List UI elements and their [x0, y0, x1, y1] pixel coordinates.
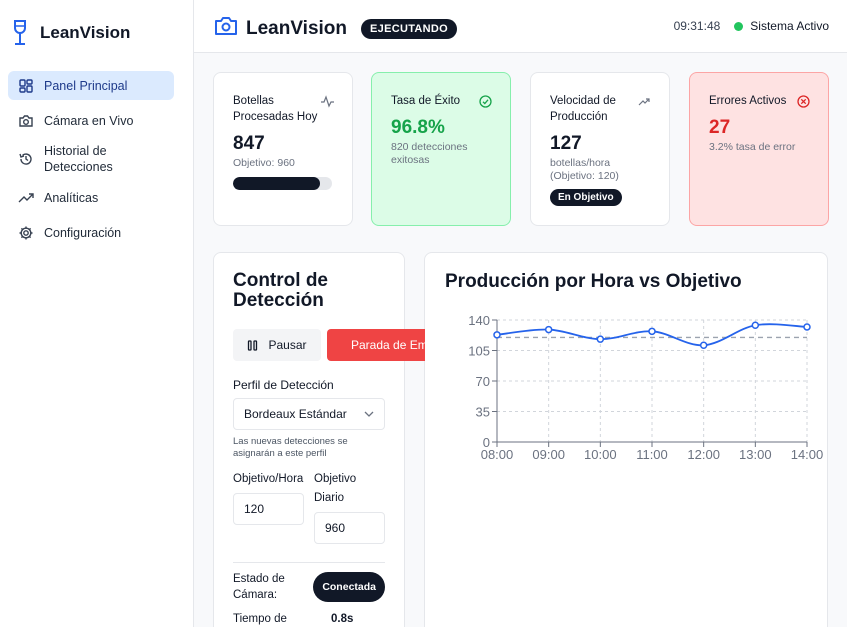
stat-sub: 3.2% tasa de error: [709, 141, 796, 153]
sidebar-item-camara-en-vivo[interactable]: Cámara en Vivo: [8, 106, 174, 135]
y-tick-label: 35: [476, 405, 490, 420]
camera-icon: [214, 14, 238, 43]
stat-value: 96.8%: [391, 117, 445, 138]
data-point: [699, 341, 708, 350]
pause-label: Pausar: [268, 338, 307, 352]
history-icon: [19, 153, 32, 165]
data-point: [596, 335, 605, 343]
processing-time-value: 0.8s promedio: [331, 613, 354, 625]
camera-status-label: Estado de Cámara:: [233, 573, 285, 601]
stat-value: 127: [550, 133, 582, 154]
profile-select[interactable]: Bordeaux Estándar: [233, 398, 385, 430]
status-dot: [734, 21, 744, 31]
daily-target-input[interactable]: 960: [314, 512, 385, 544]
hourly-target-input[interactable]: 120: [233, 493, 304, 525]
sidebar-nav: Panel Principal Cámara en Vivo Historial…: [8, 71, 174, 253]
stat-value: 27: [709, 117, 731, 138]
page-title: LeanVision: [246, 17, 348, 39]
dashboard-icon: [19, 78, 33, 93]
production-chart: 0357010514008:00 09:00 10:00 11:00 12:00 13:0…: [468, 313, 824, 462]
gear-icon: [19, 226, 33, 239]
sidebar-item-panel-principal[interactable]: Panel Principal: [8, 71, 174, 100]
camera-status-badge: Conectada: [313, 572, 385, 602]
trend-icon: [18, 192, 34, 202]
stat-card-bottles: Botellas Procesadas Hoy 847 Objetivo: 96…: [213, 72, 353, 226]
sidebar-item-label: Configuración: [44, 225, 122, 240]
stat-label: Errores Activos: [709, 95, 787, 107]
y-tick-label: 105: [468, 344, 490, 359]
stat-card-speed: Velocidad de Producción 127 botellas/hor…: [530, 72, 670, 226]
data-point: [751, 321, 760, 329]
divider: [233, 562, 385, 563]
stat-label: Velocidad de Producción: [550, 95, 616, 123]
wine-glass-icon: [14, 20, 26, 45]
sidebar-item-label: Analíticas: [44, 190, 99, 205]
sidebar-item-label: Cámara en Vivo: [44, 113, 134, 128]
pause-icon: [248, 339, 258, 351]
y-tick-label: 140: [468, 313, 490, 328]
clock: 09:31:48: [673, 19, 721, 33]
data-point: [493, 331, 501, 339]
top-header: LeanVision EJECUTANDO 09:31:48 Sistema A…: [194, 0, 847, 53]
pause-button[interactable]: Pausar: [233, 329, 321, 361]
x-tick-label: 13:00: [739, 447, 772, 462]
check-circle-icon: [479, 95, 492, 108]
sidebar: LeanVision Panel Principal Cámara en Viv…: [0, 0, 194, 627]
x-tick-label: 10:00: [584, 447, 617, 462]
progress-fill: [233, 177, 321, 190]
daily-target-label: Objetivo Diario: [314, 473, 357, 504]
progress-bar: [233, 177, 332, 190]
profile-hint: Las nuevas detecciones se asignarán a es…: [233, 436, 348, 459]
data-point: [544, 325, 553, 334]
brand: LeanVision: [12, 20, 130, 46]
system-status: Sistema Activo: [750, 19, 829, 33]
chevron-down-icon: [364, 411, 374, 417]
stat-card-success-rate: Tasa de Éxito 96.8% 820 detecciones exit…: [371, 72, 511, 226]
profile-label: Perfil de Detección: [233, 378, 334, 392]
x-tick-label: 14:00: [791, 447, 824, 462]
sidebar-item-label: Historial de Detecciones: [44, 144, 113, 174]
activity-icon: [321, 95, 334, 108]
x-circle-icon: [797, 95, 810, 108]
on-target-badge: En Objetivo: [550, 189, 622, 206]
sidebar-item-analiticas[interactable]: Analíticas: [8, 183, 174, 212]
stat-label: Botellas Procesadas Hoy: [233, 95, 318, 123]
control-title: Control de Detección: [233, 270, 328, 311]
stat-sub: botellas/hora (Objetivo: 120): [550, 157, 619, 182]
chart-card: Producción por Hora vs Objetivo 0 35 70 105…: [424, 252, 828, 627]
profile-value: Bordeaux Estándar: [244, 407, 347, 421]
camera-icon: [19, 114, 33, 127]
sidebar-item-historial[interactable]: Historial de Detecciones: [8, 141, 174, 177]
brand-name: LeanVision: [40, 23, 131, 42]
x-tick-label: 09:00: [532, 447, 565, 462]
trend-up-icon: [638, 98, 650, 106]
detection-control-card: Control de Detección Pausar Parada de Em…: [213, 252, 425, 627]
x-tick-label: 11:00: [636, 447, 668, 462]
data-point: [803, 323, 811, 331]
stat-label: Tasa de Éxito: [391, 95, 461, 107]
x-tick-label: 08:00: [481, 447, 514, 462]
sidebar-item-label: Panel Principal: [44, 78, 128, 93]
processing-time-label: Tiempo de Procesamiento:: [233, 613, 287, 625]
emergency-stop-button[interactable]: Parada de Emergencia: [327, 329, 425, 361]
stat-sub: 820 detecciones exitosas: [391, 141, 468, 166]
x-tick-label: 12:00: [687, 447, 720, 462]
stat-value: 847: [233, 133, 265, 154]
data-point: [648, 327, 656, 336]
stat-sub: Objetivo: 960: [233, 157, 295, 169]
y-tick-label: 70: [476, 374, 490, 389]
status-badge: EJECUTANDO: [361, 18, 457, 39]
stat-card-errors: Errores Activos 27 3.2% tasa de error: [689, 72, 829, 226]
sidebar-item-configuracion[interactable]: Configuración: [8, 218, 174, 247]
hourly-target-label: Objetivo/Hora: [233, 473, 304, 485]
emergency-stop-label: Parada de Emergencia: [351, 338, 425, 352]
